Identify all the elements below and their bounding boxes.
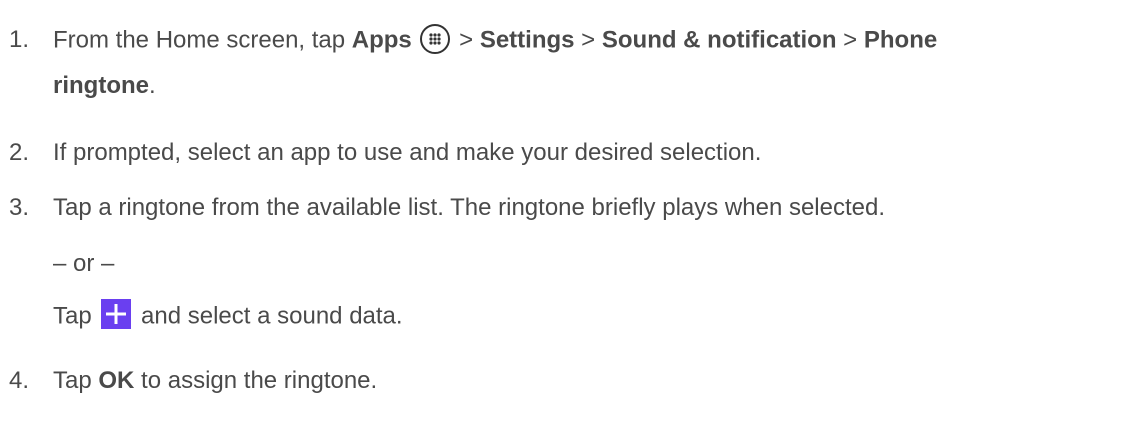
plus-icon — [101, 299, 132, 329]
step-1-text-a: From the Home screen, tap — [53, 26, 352, 54]
apps-grid-icon — [420, 24, 451, 54]
step-1-sep-1: > — [452, 26, 480, 54]
step-4: 4. Tap OK to assign the ringtone. — [9, 367, 377, 395]
step-2: 2. If prompted, select an app to use and … — [9, 139, 761, 167]
apps-label: Apps — [351, 26, 412, 54]
step-3-text: Tap a ringtone from the available list. … — [53, 194, 886, 221]
step-3-number: 3. — [9, 194, 30, 221]
step-3-alt-text-a: Tap — [53, 302, 99, 330]
step-1-line-1: 1. From the Home screen, tap Apps > Setti… — [9, 24, 938, 56]
step-1-number: 1. — [9, 26, 30, 54]
or-separator: – or – — [53, 250, 115, 277]
step-1-line-2: ringtone. — [53, 72, 156, 100]
step-4-text-b: to assign the ringtone. — [134, 367, 378, 394]
step-1-sep-3: > — [836, 26, 864, 54]
step-2-text: If prompted, select an app to use and ma… — [53, 139, 762, 166]
step-1-period: . — [149, 72, 156, 99]
ok-label: OK — [98, 367, 135, 394]
phone-label: Phone — [863, 26, 938, 54]
step-1-sep-2: > — [574, 26, 602, 54]
step-2-number: 2. — [9, 139, 30, 166]
sound-notification-label: Sound & notification — [601, 26, 837, 54]
step-3: 3. Tap a ringtone from the available list… — [9, 194, 885, 222]
step-4-text-a: Tap — [53, 367, 99, 394]
step-3-alt-text-b: and select a sound data. — [134, 302, 403, 330]
step-3-or: – or – — [53, 250, 114, 278]
step-3-alt: Tap and select a sound data. — [53, 299, 403, 332]
settings-label: Settings — [479, 26, 575, 54]
step-4-number: 4. — [9, 367, 30, 394]
ringtone-label: ringtone — [53, 72, 149, 99]
